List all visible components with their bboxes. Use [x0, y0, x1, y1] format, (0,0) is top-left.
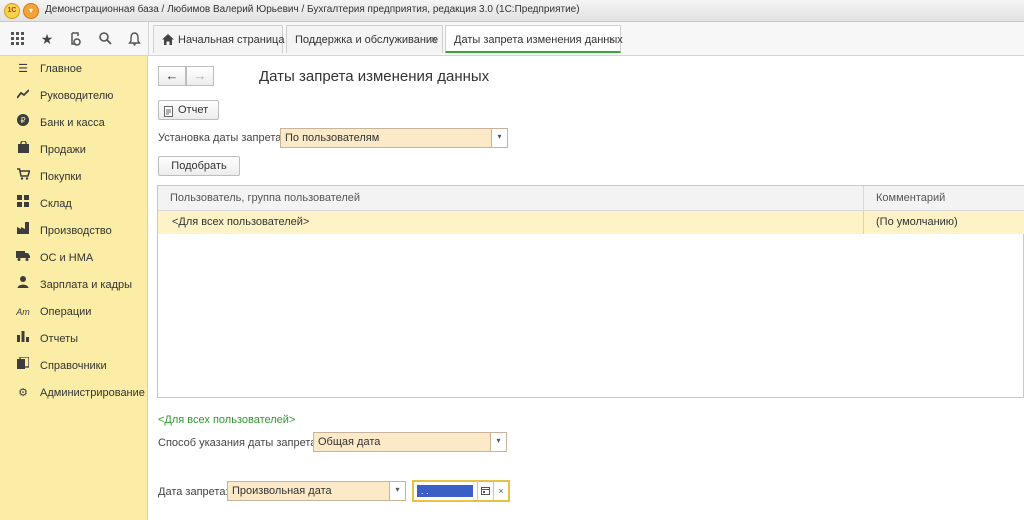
tab-date-restriction[interactable]: Даты запрета изменения данных ×: [445, 25, 623, 54]
truck-icon: [16, 245, 30, 272]
sidebar-item-bank[interactable]: ₽ Банк и касса: [0, 110, 148, 137]
chevron-down-icon[interactable]: ▾: [490, 433, 506, 451]
home-icon: [162, 26, 174, 56]
calendar-icon[interactable]: [477, 482, 493, 500]
sidebar-item-label: Продажи: [40, 144, 86, 156]
shopping-bag-icon: [16, 137, 30, 164]
cart-icon: [16, 164, 31, 191]
sidebar-item-label: Справочники: [40, 360, 107, 372]
date-type-select-value: Произвольная дата: [232, 485, 332, 497]
method-select[interactable]: Общая дата ▾: [313, 432, 507, 452]
sidebar-item-label: Руководителю: [40, 90, 114, 102]
close-icon[interactable]: ×: [609, 26, 615, 54]
sidebar-item-main[interactable]: ☰ Главное: [0, 56, 148, 83]
restriction-select-value: По пользователям: [285, 132, 380, 144]
tab-date-restriction-label: Даты запрета изменения данных: [454, 34, 623, 46]
sidebar-item-label: Главное: [40, 63, 83, 75]
window-titlebar: 1С ▾ Демонстрационная база / Любимов Вал…: [0, 0, 1024, 22]
sidebar-item-label: Зарплата и кадры: [40, 279, 133, 291]
sidebar-item-operations[interactable]: Ат Операции: [0, 299, 148, 326]
method-select-value: Общая дата: [318, 436, 381, 448]
ruble-coin-icon: ₽: [16, 110, 30, 137]
main-form: ← → Даты запрета изменения данных Отчет …: [149, 56, 1024, 520]
main-menu-icon[interactable]: ▾: [23, 3, 39, 19]
sidebar-item-label: Банк и касса: [40, 117, 105, 129]
section-link-all-users[interactable]: <Для всех пользователей>: [158, 414, 295, 426]
sidebar-item-directories[interactable]: Справочники: [0, 353, 148, 380]
users-table: Пользователь, группа пользователей Комме…: [157, 185, 1024, 398]
date-input-value[interactable]: . .: [417, 485, 473, 497]
menu-lines-icon: ☰: [18, 63, 28, 75]
tab-support-label: Поддержка и обслуживание: [295, 34, 439, 46]
back-button[interactable]: ←: [158, 66, 186, 86]
svg-text:₽: ₽: [20, 116, 25, 125]
notifications-bell-icon[interactable]: [120, 22, 148, 56]
sidebar-item-reports[interactable]: Отчеты: [0, 326, 148, 353]
factory-icon: [16, 218, 30, 245]
sidebar-item-administration[interactable]: ⚙ Администрирование: [0, 380, 148, 407]
arrow-left-icon: ←: [165, 68, 179, 83]
column-header-user[interactable]: Пользователь, группа пользователей: [158, 186, 863, 211]
restriction-label: Установка даты запрета:: [158, 132, 285, 144]
table-cell-user: <Для всех пользователей>: [172, 216, 310, 228]
close-icon[interactable]: ×: [431, 26, 437, 54]
date-type-select[interactable]: Произвольная дата ▾: [227, 481, 406, 501]
sidebar-item-payroll[interactable]: Зарплата и кадры: [0, 272, 148, 299]
table-header: Пользователь, группа пользователей Комме…: [158, 186, 1024, 211]
report-button[interactable]: Отчет: [158, 100, 219, 120]
table-cell-comment: (По умолчанию): [863, 211, 1024, 234]
books-icon: [16, 353, 30, 380]
sidebar: ☰ Главное Руководителю ₽ Банк и касса Пр…: [0, 56, 148, 520]
sidebar-item-label: Склад: [40, 198, 72, 210]
sidebar-item-label: ОС и НМА: [40, 252, 94, 264]
sidebar-item-sales[interactable]: Продажи: [0, 137, 148, 164]
date-label: Дата запрета:: [158, 486, 229, 498]
history-icon[interactable]: [62, 22, 90, 56]
top-toolbar: ★ Начальная страница Поддержка и обслужи…: [0, 22, 1024, 56]
chevron-down-icon[interactable]: ▾: [389, 482, 405, 500]
gear-icon: ⚙: [18, 387, 28, 399]
method-label: Способ указания даты запрета:: [158, 437, 320, 449]
operations-icon: Ат: [16, 307, 30, 317]
search-icon[interactable]: [91, 22, 119, 56]
apps-grid-icon[interactable]: [4, 22, 32, 56]
restriction-select[interactable]: По пользователям ▾: [280, 128, 508, 148]
select-users-button[interactable]: Подобрать: [158, 156, 240, 176]
sidebar-item-label: Производство: [40, 225, 112, 237]
sidebar-item-fixed-assets[interactable]: ОС и НМА: [0, 245, 148, 272]
chevron-down-icon[interactable]: ▾: [491, 129, 507, 147]
favorites-star-icon[interactable]: ★: [33, 22, 61, 56]
sidebar-item-manager[interactable]: Руководителю: [0, 83, 148, 110]
sidebar-item-label: Администрирование: [40, 387, 145, 399]
tab-home[interactable]: Начальная страница: [153, 25, 285, 56]
warehouse-icon: [16, 191, 30, 218]
sidebar-item-label: Отчеты: [40, 333, 79, 345]
arrow-right-icon: →: [193, 68, 207, 83]
tab-support[interactable]: Поддержка и обслуживание ×: [286, 25, 443, 53]
forward-button[interactable]: →: [186, 66, 214, 86]
tab-home-label: Начальная страница: [178, 34, 285, 46]
restriction-date-input[interactable]: . . ×: [412, 480, 510, 502]
clear-icon[interactable]: ×: [493, 482, 508, 500]
sidebar-item-label: Операции: [40, 306, 92, 318]
sidebar-item-purchases[interactable]: Покупки: [0, 164, 148, 191]
sidebar-item-warehouse[interactable]: Склад: [0, 191, 148, 218]
window-title: Демонстрационная база / Любимов Валерий …: [45, 4, 580, 15]
tab-strip: Начальная страница Поддержка и обслужива…: [148, 22, 1024, 56]
report-button-label: Отчет: [178, 104, 209, 116]
report-icon: [164, 105, 173, 123]
sidebar-item-production[interactable]: Производство: [0, 218, 148, 245]
app-logo-icon: 1С: [4, 3, 20, 19]
sidebar-item-label: Покупки: [40, 171, 82, 183]
column-header-comment[interactable]: Комментарий: [863, 186, 1024, 211]
trend-chart-icon: [16, 83, 30, 110]
page-title: Даты запрета изменения данных: [259, 68, 490, 85]
table-row[interactable]: <Для всех пользователей> (По умолчанию): [158, 211, 1024, 234]
bar-chart-icon: [16, 326, 30, 353]
person-icon: [16, 272, 30, 299]
